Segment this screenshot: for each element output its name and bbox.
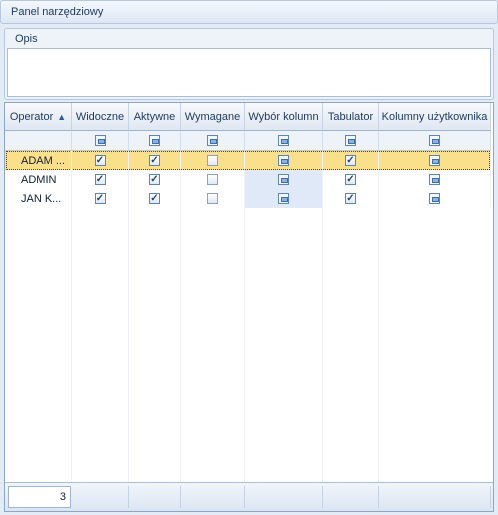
filter-cell-tab[interactable] xyxy=(323,131,379,151)
cell-visible[interactable] xyxy=(72,151,129,170)
checkbox-checked[interactable] xyxy=(94,155,106,166)
column-divider xyxy=(71,151,72,482)
column-header-user_columns[interactable]: Kolumny użytkownika xyxy=(379,103,491,131)
description-field[interactable] xyxy=(7,48,491,97)
filter-cell-visible[interactable] xyxy=(72,131,129,151)
filter-cell-user_columns[interactable] xyxy=(379,131,491,151)
cell-visible[interactable] xyxy=(72,170,129,189)
checkbox-indeterminate[interactable] xyxy=(278,193,289,204)
checkbox-indeterminate[interactable] xyxy=(429,193,440,204)
column-header-label: Wybór kolumn xyxy=(248,110,319,123)
description-label: Opis xyxy=(15,33,38,45)
checkbox-checked[interactable] xyxy=(345,193,356,204)
column-divider xyxy=(128,151,129,482)
footer-cell-user_columns xyxy=(379,486,491,508)
column-header-label: Kolumny użytkownika xyxy=(381,110,488,123)
toolbar-panel: Panel narzędziowy xyxy=(0,0,498,24)
operator-name-cell[interactable]: ADAM ... xyxy=(5,151,72,170)
filter-cell-required[interactable] xyxy=(181,131,245,151)
sort-ascending-icon: ▲ xyxy=(57,111,67,122)
description-group: Opis xyxy=(4,28,494,100)
column-divider xyxy=(180,151,181,482)
cell-required[interactable] xyxy=(181,151,245,170)
footer-cell-tab xyxy=(323,486,379,508)
checkbox-indeterminate[interactable] xyxy=(278,174,289,185)
checkbox-unchecked[interactable] xyxy=(207,193,218,204)
cell-tab[interactable] xyxy=(323,151,379,170)
checkbox-indeterminate[interactable] xyxy=(429,155,440,166)
cell-user_columns[interactable] xyxy=(379,170,491,189)
column-header-label: Operator xyxy=(9,110,54,123)
checkbox-checked[interactable] xyxy=(149,174,160,185)
cell-column_select[interactable] xyxy=(245,170,323,189)
filter-checkbox-icon[interactable] xyxy=(345,135,356,146)
checkbox-checked[interactable] xyxy=(94,174,106,185)
checkbox-unchecked[interactable] xyxy=(207,174,218,185)
filter-checkbox-icon[interactable] xyxy=(429,135,440,146)
column-header-label: Aktywne xyxy=(133,110,176,123)
column-header-label: Wymagane xyxy=(184,110,241,123)
footer-cell-column_select xyxy=(245,486,323,508)
column-divider xyxy=(378,151,379,482)
column-header-visible[interactable]: Widoczne xyxy=(72,103,129,131)
checkbox-checked[interactable] xyxy=(345,174,356,185)
toolbar-title: Panel narzędziowy xyxy=(11,6,104,18)
checkbox-indeterminate[interactable] xyxy=(278,155,289,166)
operator-name-cell[interactable]: ADMIN xyxy=(5,170,72,189)
operators-grid: Operator ▲ Widoczne Aktywne Wymagane Wybór ko… xyxy=(4,102,494,512)
checkbox-checked[interactable] xyxy=(94,193,106,204)
cell-column_select[interactable] xyxy=(245,151,323,170)
cell-active[interactable] xyxy=(129,170,181,189)
footer-cell-required xyxy=(181,486,245,508)
cell-user_columns[interactable] xyxy=(379,189,491,208)
column-header-column_select[interactable]: Wybór kolumn xyxy=(245,103,323,131)
cell-required[interactable] xyxy=(181,170,245,189)
cell-visible[interactable] xyxy=(72,189,129,208)
cell-user_columns[interactable] xyxy=(379,151,491,170)
filter-cell-active[interactable] xyxy=(129,131,181,151)
filter-checkbox-icon[interactable] xyxy=(278,135,289,146)
operator-name-cell[interactable]: JAN K... xyxy=(5,189,72,208)
column-header-label: Widoczne xyxy=(75,110,125,123)
filter-checkbox-icon[interactable] xyxy=(94,135,106,146)
checkbox-indeterminate[interactable] xyxy=(429,174,440,185)
column-header-active[interactable]: Aktywne xyxy=(129,103,181,131)
footer-cell-visible xyxy=(72,486,129,508)
checkbox-checked[interactable] xyxy=(345,155,356,166)
filter-checkbox-icon[interactable] xyxy=(149,135,160,146)
column-header-label: Tabulator xyxy=(327,110,374,123)
checkbox-checked[interactable] xyxy=(149,193,160,204)
filter-cell-column_select[interactable] xyxy=(245,131,323,151)
checkbox-checked[interactable] xyxy=(149,155,160,166)
filter-cell-operator[interactable] xyxy=(5,131,72,151)
record-count: 3 xyxy=(8,486,71,508)
column-divider xyxy=(322,151,323,482)
cell-tab[interactable] xyxy=(323,170,379,189)
cell-active[interactable] xyxy=(129,189,181,208)
filter-checkbox-icon[interactable] xyxy=(207,135,218,146)
cell-column_select[interactable] xyxy=(245,189,323,208)
column-divider xyxy=(244,151,245,482)
cell-active[interactable] xyxy=(129,151,181,170)
footer-cell-active xyxy=(129,486,181,508)
column-header-required[interactable]: Wymagane xyxy=(181,103,245,131)
grid-footer: 3 xyxy=(5,482,493,511)
column-header-tab[interactable]: Tabulator xyxy=(323,103,379,131)
cell-tab[interactable] xyxy=(323,189,379,208)
cell-required[interactable] xyxy=(181,189,245,208)
checkbox-unchecked[interactable] xyxy=(207,155,218,166)
column-header-operator[interactable]: Operator ▲ xyxy=(5,103,72,131)
